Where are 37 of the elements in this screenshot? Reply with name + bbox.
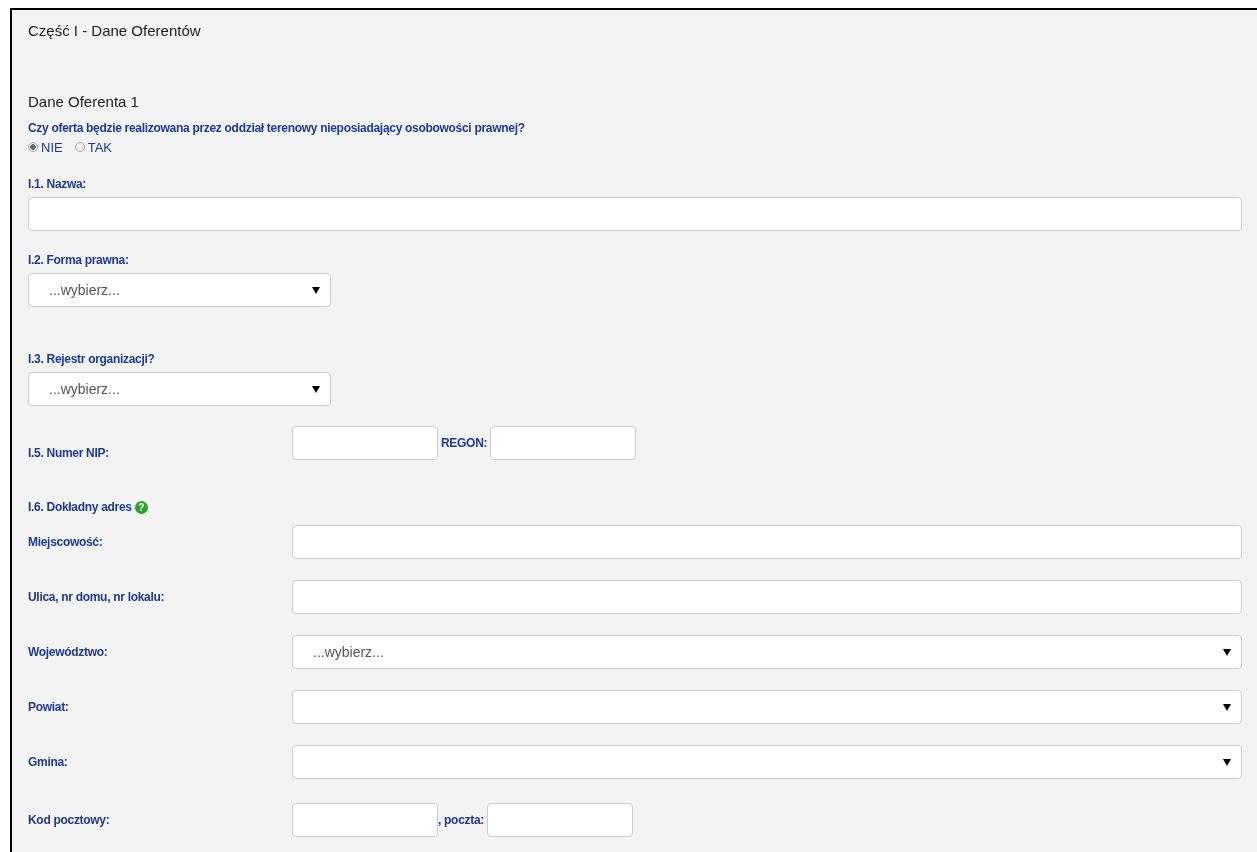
input-field[interactable] xyxy=(486,803,633,837)
caret-icon xyxy=(312,385,320,393)
section-title: Część I - Dane Oferentów xyxy=(28,22,202,41)
radio-button[interactable] xyxy=(74,142,85,152)
field-label: Ulica, nr domu, nr lokalu: xyxy=(28,590,166,604)
field-label: Powiat: xyxy=(28,700,70,714)
input-field[interactable] xyxy=(292,426,438,460)
caret-icon xyxy=(1223,758,1231,766)
caret-icon xyxy=(312,286,320,294)
input-field[interactable] xyxy=(490,426,637,460)
input-field[interactable] xyxy=(292,803,438,837)
input-field[interactable] xyxy=(292,580,1242,614)
select-field[interactable] xyxy=(292,690,1242,724)
select-field[interactable]: ...wybierz... xyxy=(28,273,331,307)
field-label: I.2. Forma prawna: xyxy=(28,253,130,267)
select-field[interactable]: ...wybierz... xyxy=(28,372,331,406)
field-label: Miejscowość: xyxy=(28,535,104,549)
field-label: I.5. Numer NIP: xyxy=(28,446,110,460)
radio-button[interactable] xyxy=(28,142,38,152)
field-label: Gmina: xyxy=(28,755,69,769)
select-field[interactable]: ...wybierz... xyxy=(292,635,1242,669)
field-label: Województwo: xyxy=(28,645,109,659)
section-label: I.6. Dokładny adres xyxy=(28,500,132,514)
input-field[interactable] xyxy=(28,197,1242,231)
field-label: I.1. Nazwa: xyxy=(28,177,88,191)
radio-label[interactable]: TAK xyxy=(87,139,112,155)
field-label: , poczta: xyxy=(438,813,484,827)
subsection-title: Dane Oferenta 1 xyxy=(28,93,140,110)
field-label: REGON: xyxy=(441,436,488,450)
input-field[interactable] xyxy=(292,525,1242,559)
field-label: I.3. Rejestr organizacji? xyxy=(28,352,156,366)
question-label: Czy oferta będzie realizowana przez oddział terenowy nieposiadający osobowości prawnej? xyxy=(28,121,526,135)
caret-icon xyxy=(1223,648,1231,656)
radio-label[interactable]: NIE xyxy=(41,139,63,155)
field-label: Kod pocztowy: xyxy=(28,813,111,827)
caret-icon xyxy=(1223,703,1231,711)
select-field[interactable] xyxy=(292,745,1242,779)
